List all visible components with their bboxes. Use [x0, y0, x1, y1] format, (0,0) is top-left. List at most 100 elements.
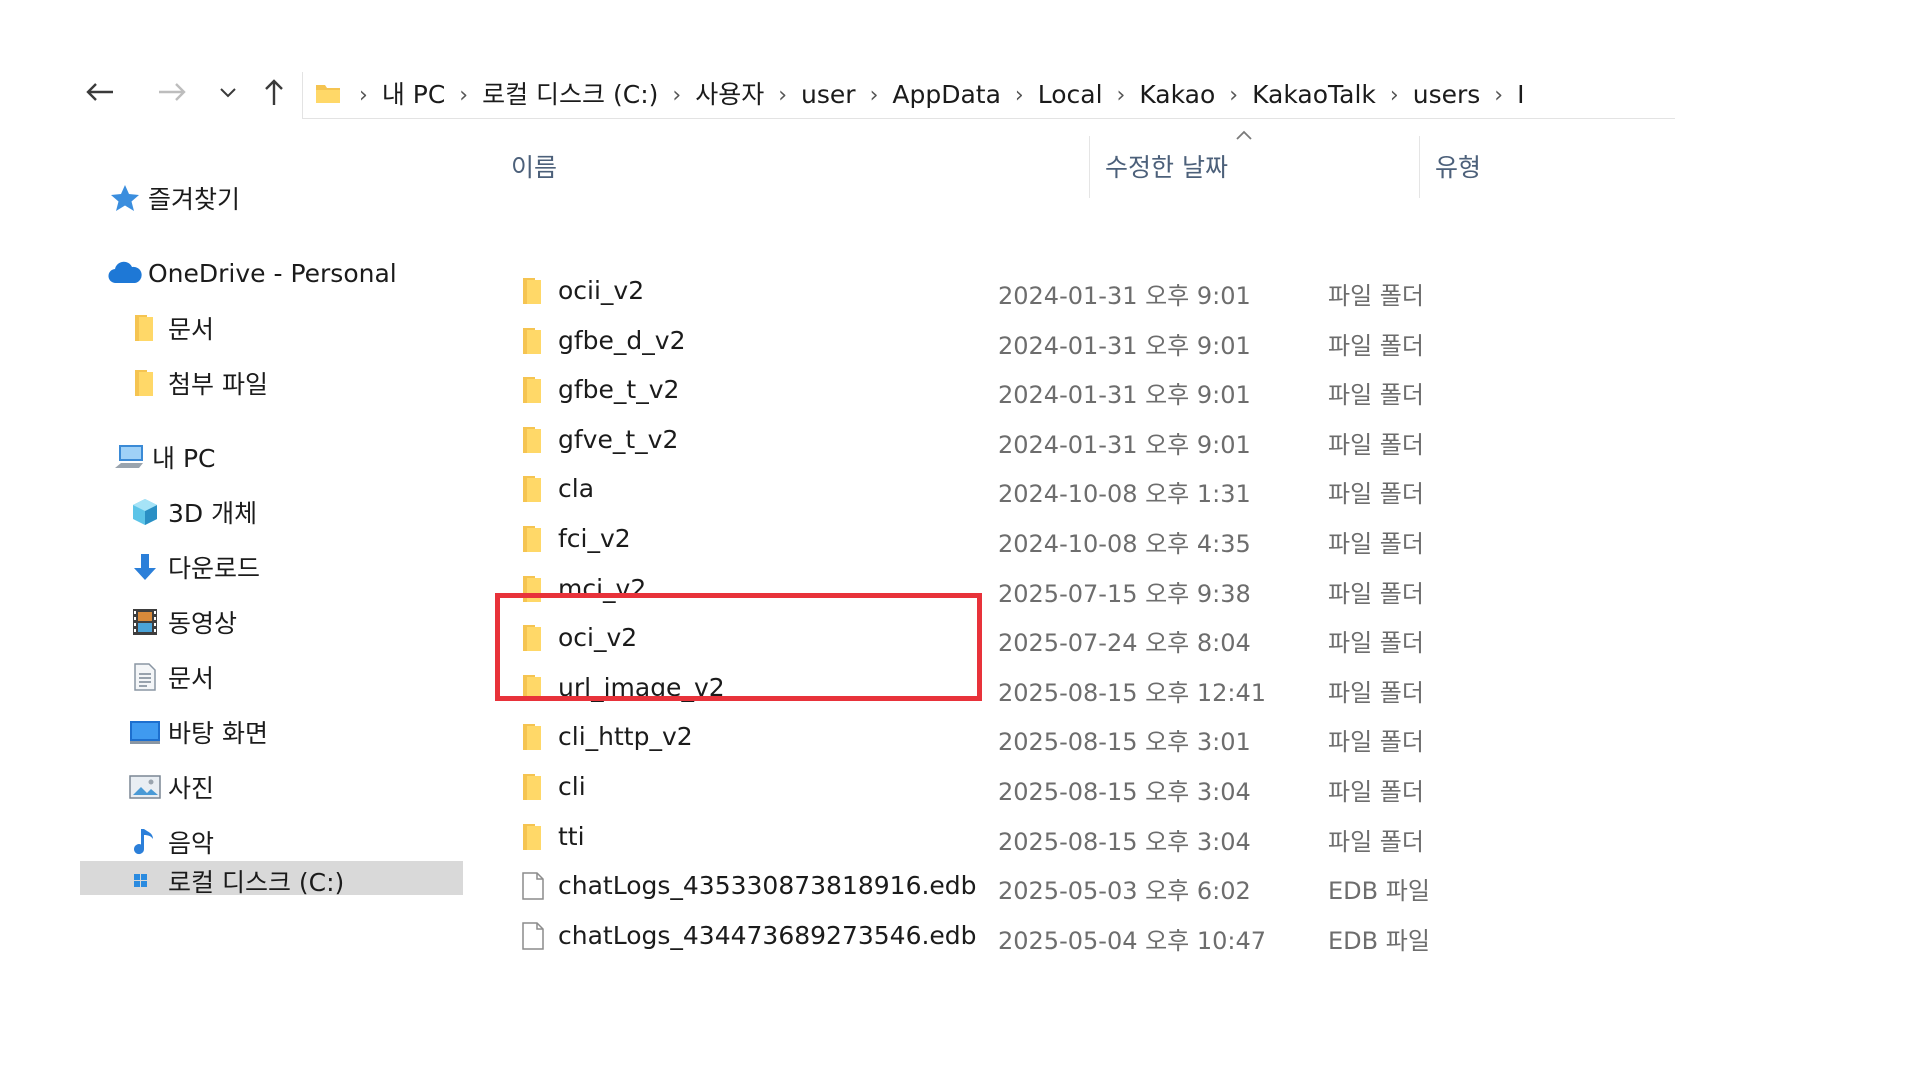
sidebar-item-videos[interactable]: 동영상: [128, 600, 237, 644]
folder-row[interactable]: cli 2025-08-15 오후 3:04 파일 폴더: [485, 764, 1665, 810]
folder-icon: [521, 326, 545, 360]
file-name: chatLogs_434473689273546.edb: [558, 920, 977, 950]
drive-icon: [128, 864, 162, 895]
folder-row[interactable]: gfve_t_v2 2024-01-31 오후 9:01 파일 폴더: [485, 417, 1665, 463]
sidebar-item-documents[interactable]: 문서: [128, 655, 214, 699]
folder-icon: [128, 366, 162, 400]
file-date-modified: 2024-01-31 오후 9:01: [998, 282, 1251, 310]
file-type: 파일 폴더: [1328, 381, 1424, 410]
arrow-right-icon: [157, 82, 187, 102]
sidebar-item-onedrive[interactable]: OneDrive - Personal: [108, 251, 397, 295]
breadcrumb-item[interactable]: Local: [1032, 72, 1109, 118]
breadcrumb-separator[interactable]: ›: [1486, 83, 1511, 108]
folder-row[interactable]: cla 2024-10-08 오후 1:31 파일 폴더: [485, 466, 1665, 512]
folder-row[interactable]: gfbe_d_v2 2024-01-31 오후 9:01 파일 폴더: [485, 318, 1665, 364]
file-date-modified: 2025-07-15 오후 9:38: [998, 579, 1251, 608]
column-divider[interactable]: [1419, 136, 1420, 198]
cloud-icon: [108, 256, 142, 290]
breadcrumb-separator[interactable]: ›: [451, 83, 476, 108]
breadcrumb-separator[interactable]: ›: [1382, 83, 1407, 108]
folder-row[interactable]: fci_v2 2024-10-08 오후 4:35 파일 폴더: [485, 516, 1665, 562]
folder-row[interactable]: ocii_v2 2024-01-31 오후 9:01 파일 폴더: [485, 268, 1665, 314]
breadcrumb-separator[interactable]: ›: [664, 83, 689, 108]
sidebar-item-downloads[interactable]: 다운로드: [128, 545, 260, 589]
file-name: tti: [558, 821, 585, 851]
up-button[interactable]: [252, 70, 296, 114]
folder-row[interactable]: mci_v2 2025-07-15 오후 9:38 파일 폴더: [485, 566, 1665, 612]
file-name: ocii_v2: [558, 276, 645, 305]
breadcrumb-separator[interactable]: ›: [1109, 83, 1134, 108]
sidebar-item-label: 첨부 파일: [168, 370, 268, 399]
sidebar-item-quick-access[interactable]: 즐겨찾기: [108, 176, 240, 220]
sidebar-item-onedrive-documents[interactable]: 문서: [128, 306, 214, 350]
breadcrumb-item[interactable]: 로컬 디스크 (C:): [476, 72, 664, 118]
film-icon: [128, 605, 162, 639]
file-date-modified: 2025-05-03 오후 6:02: [998, 877, 1251, 906]
sidebar-item-3d-objects[interactable]: 3D 개체: [128, 490, 257, 534]
sort-ascending-icon: [1235, 126, 1253, 145]
sidebar-item-label: 문서: [168, 664, 215, 693]
navigation-pane: 즐겨찾기 OneDrive - Personal 문서 첨부 파일 내 PC 3…: [80, 170, 463, 895]
breadcrumb-separator[interactable]: ›: [351, 83, 376, 108]
breadcrumb-item[interactable]: 내 PC: [376, 72, 451, 118]
file-type: 파일 폴더: [1328, 430, 1424, 459]
sidebar-item-local-disk[interactable]: 로컬 디스크 (C:): [80, 861, 463, 895]
breadcrumb-item[interactable]: AppData: [886, 72, 1007, 118]
download-icon: [128, 550, 162, 584]
sidebar-item-label: 3D 개체: [168, 499, 258, 528]
folder-row[interactable]: tti 2025-08-15 오후 3:04 파일 폴더: [485, 814, 1665, 860]
sidebar-item-label: 바탕 화면: [168, 719, 268, 748]
folder-row[interactable]: oci_v2 2025-07-24 오후 8:04 파일 폴더: [485, 615, 1665, 661]
file-type: 파일 폴더: [1328, 728, 1424, 757]
file-type: 파일 폴더: [1328, 678, 1424, 707]
folder-row[interactable]: gfbe_t_v2 2024-01-31 오후 9:01 파일 폴더: [485, 367, 1665, 413]
back-button[interactable]: [78, 70, 122, 114]
file-type: EDB 파일: [1328, 926, 1430, 955]
sidebar-item-music[interactable]: 음악: [128, 820, 214, 864]
folder-icon: [521, 375, 545, 409]
file-row[interactable]: chatLogs_434473689273546.edb 2025-05-04 오…: [485, 913, 1665, 959]
sidebar-item-attachments[interactable]: 첨부 파일: [128, 361, 268, 405]
breadcrumb-item[interactable]: I: [1511, 72, 1530, 118]
file-type: 파일 폴더: [1328, 282, 1424, 310]
arrow-up-icon: [263, 78, 285, 106]
file-date-modified: 2025-07-24 오후 8:04: [998, 629, 1251, 658]
breadcrumb-separator[interactable]: ›: [1007, 83, 1032, 108]
folder-row[interactable]: url_image_v2 2025-08-15 오후 12:41 파일 폴더: [485, 665, 1665, 711]
breadcrumb-item[interactable]: 사용자: [689, 72, 770, 118]
folder-row[interactable]: cli_http_v2 2025-08-15 오후 3:01 파일 폴더: [485, 714, 1665, 760]
recent-locations-button[interactable]: [206, 70, 250, 114]
column-divider[interactable]: [1089, 136, 1090, 198]
address-bar[interactable]: › 내 PC › 로컬 디스크 (C:) › 사용자 › user › AppD…: [302, 72, 1675, 119]
folder-icon: [521, 822, 545, 856]
folder-icon: [521, 722, 545, 756]
sidebar-item-this-pc[interactable]: 내 PC: [112, 435, 215, 479]
file-type: 파일 폴더: [1328, 530, 1424, 558]
sidebar-item-label: 음악: [168, 829, 215, 858]
sidebar-item-label: 내 PC: [152, 444, 216, 473]
sidebar-item-label: 로컬 디스크 (C:): [168, 868, 345, 895]
breadcrumb-separator[interactable]: ›: [1221, 83, 1246, 108]
column-header-type[interactable]: 유형: [1435, 148, 1481, 184]
folder-icon: [521, 623, 545, 657]
folder-icon: [521, 524, 545, 558]
sidebar-item-desktop[interactable]: 바탕 화면: [128, 710, 268, 754]
breadcrumb-item[interactable]: users: [1407, 72, 1487, 118]
file-date-modified: 2024-01-31 오후 9:01: [998, 430, 1251, 459]
sidebar-item-pictures[interactable]: 사진: [128, 765, 214, 809]
forward-button[interactable]: [150, 70, 194, 114]
file-date-modified: 2024-10-08 오후 1:31: [998, 480, 1251, 509]
column-header-name[interactable]: 이름: [511, 148, 557, 184]
picture-icon: [128, 770, 162, 804]
file-row[interactable]: chatLogs_435330873818916.edb 2025-05-03 오…: [485, 863, 1665, 909]
column-header-date-modified[interactable]: 수정한 날짜: [1105, 148, 1228, 184]
breadcrumb-item[interactable]: user: [795, 72, 862, 118]
star-icon: [108, 181, 142, 215]
breadcrumb-item[interactable]: KakaoTalk: [1246, 72, 1382, 118]
breadcrumb-item[interactable]: Kakao: [1133, 72, 1221, 118]
breadcrumb-separator[interactable]: ›: [862, 83, 887, 108]
file-icon: [521, 921, 545, 955]
file-type: 파일 폴더: [1328, 579, 1424, 608]
music-icon: [128, 825, 162, 859]
breadcrumb-separator[interactable]: ›: [770, 83, 795, 108]
